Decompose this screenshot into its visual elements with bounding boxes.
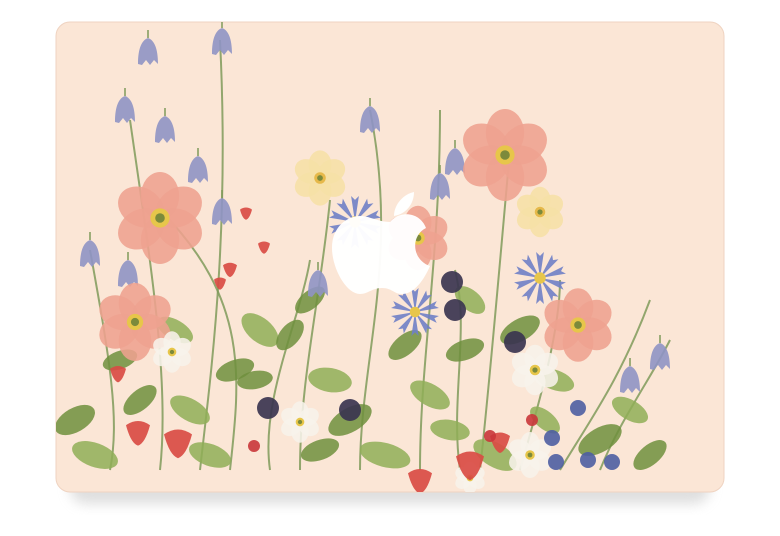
cornflower-center	[409, 306, 421, 318]
red-berry	[248, 440, 260, 452]
flower-eye	[169, 349, 175, 355]
flower-eye	[527, 452, 533, 458]
cornflower-center	[534, 272, 546, 284]
flower-eye	[155, 213, 165, 223]
flower-eye	[297, 419, 303, 425]
blackberry	[441, 271, 463, 293]
laptop-skin-illustration	[55, 21, 725, 504]
flower-eye	[317, 175, 323, 181]
flower-eye	[574, 321, 582, 329]
blackberry	[504, 331, 526, 353]
blueberry	[580, 452, 596, 468]
flower-eye	[537, 209, 543, 215]
blueberry	[548, 454, 564, 470]
red-berry	[484, 430, 496, 442]
blackberry	[444, 299, 466, 321]
blueberry	[570, 400, 586, 416]
blackberry	[339, 399, 361, 421]
blueberry	[544, 430, 560, 446]
flower-eye	[500, 150, 510, 160]
blueberry	[604, 454, 620, 470]
flower-eye	[532, 367, 538, 373]
blackberry	[257, 397, 279, 419]
red-berry	[526, 414, 538, 426]
product-image	[0, 0, 780, 536]
flower-eye	[130, 317, 140, 327]
